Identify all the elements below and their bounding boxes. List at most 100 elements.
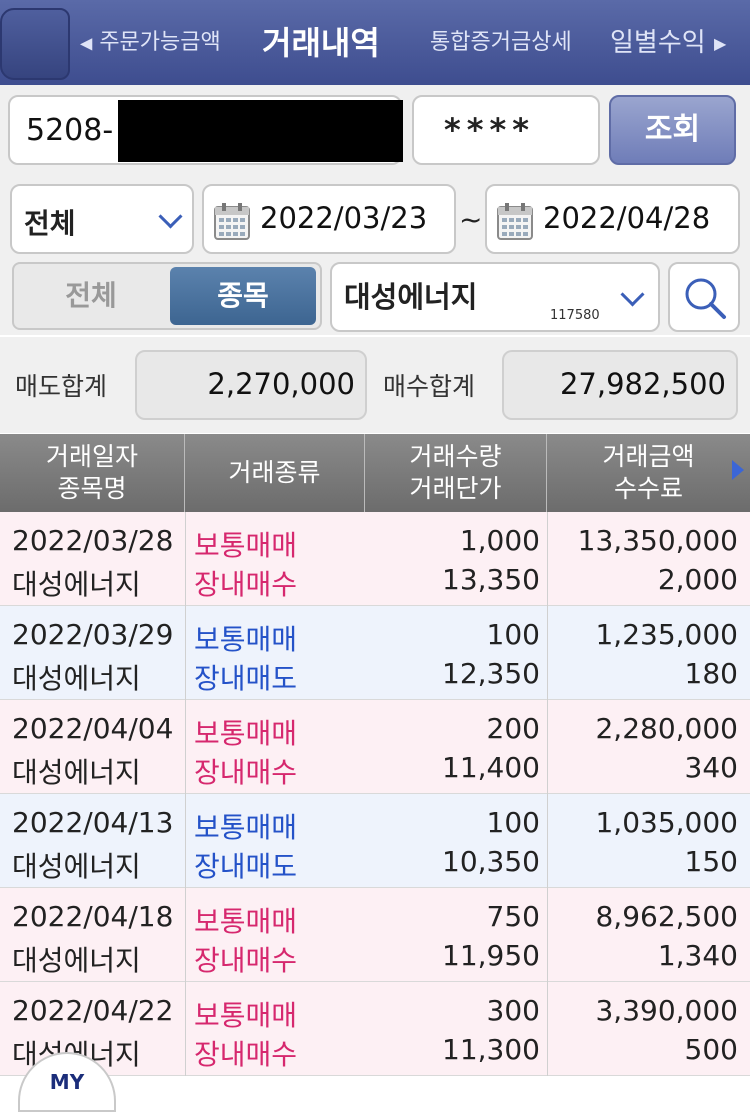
column-divider	[185, 700, 186, 794]
date-separator: ~	[459, 203, 483, 236]
buy-total-box: 27,982,500	[502, 350, 738, 420]
trade-kind: 보통매매	[194, 999, 298, 1032]
trade-type: 장내매도	[194, 662, 298, 695]
table-row[interactable]: 2022/03/28 대성에너지 보통매매 장내매수 1,000 13,350 13,350…	[0, 512, 750, 606]
column-divider	[185, 794, 186, 888]
table-row[interactable]: 2022/03/29 대성에너지 보통매매 장내매도 100 12,350 1,235,00…	[0, 606, 750, 700]
calendar-icon	[214, 203, 250, 240]
chevron-down-icon	[158, 204, 183, 229]
trade-fee: 150	[684, 845, 738, 878]
table-row[interactable]: 2022/04/13 대성에너지 보통매매 장내매도 100 10,350 1,035,00…	[0, 794, 750, 888]
buy-total-label: 매수합계	[383, 372, 476, 401]
buy-total-value: 27,982,500	[559, 367, 726, 401]
trade-price: 11,950	[442, 939, 540, 972]
trade-quantity: 300	[486, 994, 540, 1027]
col-header-date-line2: 종목명	[57, 474, 127, 503]
left-triangle-icon: ◀	[80, 33, 93, 53]
trade-date: 2022/04/18	[12, 900, 174, 933]
stock-name-cell: 대성에너지	[12, 568, 141, 601]
column-divider	[185, 982, 186, 1076]
col-header-qty: 거래수량 거래단가	[365, 434, 547, 512]
start-date-field[interactable]: 2022/03/23	[202, 184, 456, 254]
end-date-text: 2022/04/28	[543, 201, 711, 235]
table-header: 거래일자 종목명 거래종류 거래수량 거래단가 거래금액 수수료	[0, 434, 750, 512]
query-button[interactable]: 조회	[609, 95, 736, 165]
password-field[interactable]: ****	[412, 95, 600, 165]
stock-name: 대성에너지	[344, 280, 478, 314]
sell-total-value: 2,270,000	[207, 367, 355, 401]
stock-code: 117580	[550, 308, 600, 323]
col-header-date-line1: 거래일자	[45, 442, 138, 471]
col-header-amount-line1: 거래금액	[602, 442, 695, 471]
trade-price: 11,300	[442, 1033, 540, 1066]
end-date-field[interactable]: 2022/04/28	[485, 184, 740, 254]
column-divider	[547, 982, 548, 1076]
tab-next-daily-label: 일별수익	[610, 28, 706, 58]
scope-segmented-control: 전체 종목	[12, 262, 322, 330]
trade-quantity: 1,000	[459, 524, 540, 557]
type-select[interactable]: 전체	[10, 184, 194, 254]
trade-amount: 3,390,000	[595, 994, 738, 1027]
tab-next-daily[interactable]: 일별수익 ▶	[610, 22, 726, 59]
col-header-kind-line1: 거래종류	[228, 458, 321, 487]
column-divider	[185, 888, 186, 982]
search-button[interactable]	[668, 262, 740, 332]
sell-total-label: 매도합계	[15, 372, 108, 401]
trade-date: 2022/04/22	[12, 994, 174, 1027]
col-header-qty-line1: 거래수량	[409, 442, 502, 471]
calendar-icon	[497, 203, 533, 240]
table-row[interactable]: 2022/04/18 대성에너지 보통매매 장내매수 750 11,950 8,962,50…	[0, 888, 750, 982]
tab-prev[interactable]: ◀ 주문가능금액	[80, 24, 221, 56]
filter-area: 전체 2022/03/23 ~ 2022/04/28 전체 종목 대성에너지 1…	[0, 175, 750, 335]
trade-kind: 보통매매	[194, 811, 298, 844]
trade-price: 11,400	[442, 751, 540, 784]
page-title: 거래내역	[262, 24, 380, 62]
stock-name-cell: 대성에너지	[12, 850, 141, 883]
table-row[interactable]: 2022/04/22대성에너지보통매매장내매수30011,3003,390,00…	[0, 982, 750, 1076]
segment-stock[interactable]: 종목	[170, 267, 316, 325]
table-row[interactable]: 2022/04/04 대성에너지 보통매매 장내매수 200 11,400 2,280,00…	[0, 700, 750, 794]
tab-prev-label: 주문가능금액	[99, 30, 221, 55]
stock-name-cell: 대성에너지	[12, 756, 141, 789]
back-button[interactable]	[0, 8, 70, 80]
type-select-value: 전체	[24, 207, 76, 240]
segment-all[interactable]: 전체	[14, 264, 168, 328]
scroll-right-arrow-icon[interactable]	[732, 460, 744, 480]
column-divider	[547, 888, 548, 982]
trade-fee: 1,340	[657, 939, 738, 972]
account-redaction	[118, 100, 403, 162]
trade-fee: 180	[684, 657, 738, 690]
chevron-down-icon	[620, 282, 645, 307]
column-divider	[547, 512, 548, 606]
trade-type: 장내매수	[194, 568, 298, 601]
trade-fee: 340	[684, 751, 738, 784]
trade-date: 2022/03/29	[12, 618, 174, 651]
trade-amount: 1,235,000	[595, 618, 738, 651]
top-nav-bar: ◀ 주문가능금액 거래내역 통합증거금상세 일별수익 ▶	[0, 0, 750, 86]
trade-type: 장내매수	[194, 756, 298, 789]
account-number-field[interactable]: 5208-	[8, 95, 403, 165]
col-header-amount: 거래금액 수수료	[547, 434, 750, 512]
col-header-date: 거래일자 종목명	[0, 434, 185, 512]
trade-date: 2022/04/04	[12, 712, 174, 745]
stock-name-cell: 대성에너지	[12, 662, 141, 695]
trade-price: 10,350	[442, 845, 540, 878]
search-icon	[685, 278, 726, 319]
stock-select[interactable]: 대성에너지 117580	[330, 262, 660, 332]
trade-amount: 13,350,000	[577, 524, 738, 557]
account-number-text: 5208-	[26, 113, 114, 148]
col-header-kind: 거래종류	[185, 434, 365, 512]
summary-area: 매도합계 2,270,000 매수합계 27,982,500	[0, 337, 750, 433]
sell-total-box: 2,270,000	[135, 350, 367, 420]
stock-name-cell: 대성에너지	[12, 944, 141, 977]
account-row: 5208- **** 조회	[0, 85, 750, 175]
trade-quantity: 100	[486, 806, 540, 839]
trade-kind: 보통매매	[194, 623, 298, 656]
column-divider	[547, 700, 548, 794]
trade-date: 2022/03/28	[12, 524, 174, 557]
trade-quantity: 750	[486, 900, 540, 933]
trade-date: 2022/04/13	[12, 806, 174, 839]
trade-type: 장내매수	[194, 1038, 298, 1071]
trade-type: 장내매수	[194, 944, 298, 977]
tab-next-margin-detail[interactable]: 통합증거금상세	[430, 24, 572, 56]
